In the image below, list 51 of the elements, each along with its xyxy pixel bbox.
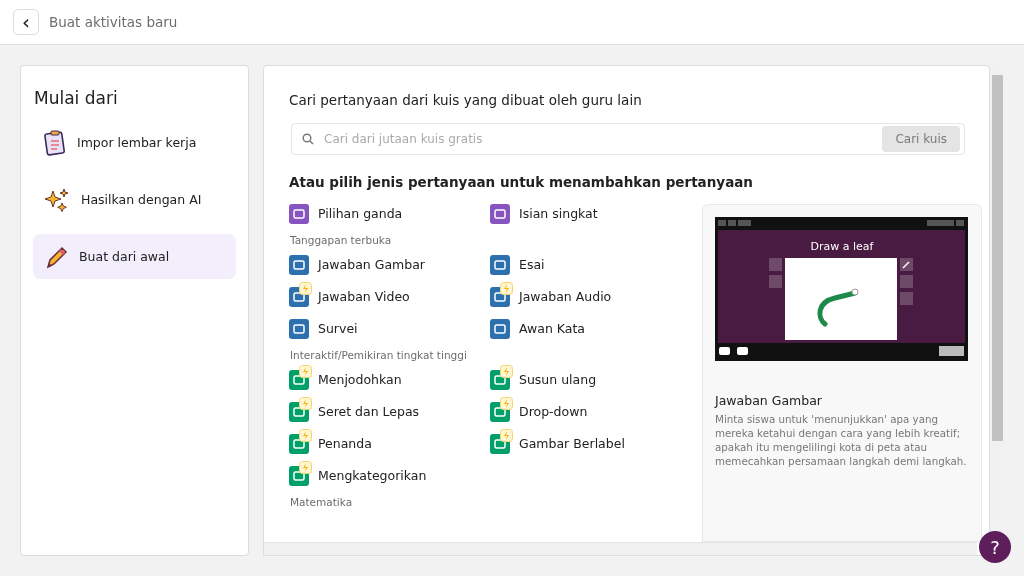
question-type-icon <box>490 319 510 339</box>
drawing-preview-drawing: Draw a leaf <box>715 217 968 361</box>
search-button[interactable]: Cari kuis <box>882 126 960 152</box>
bolt-icon <box>500 429 513 442</box>
category-label: Matematika <box>290 496 354 508</box>
bolt-icon <box>299 282 312 295</box>
sidebar-item[interactable]: Impor lembar kerja <box>33 120 236 165</box>
section-heading: Atau pilih jenis pertanyaan untuk menambahkan pertanyaan <box>289 174 754 190</box>
search-icon <box>302 133 314 145</box>
sidebar-title: Mulai dari <box>34 88 119 108</box>
sparkle-icon <box>43 186 71 213</box>
question-type-icon <box>490 255 510 275</box>
question-type-item[interactable]: Penanda <box>289 429 490 454</box>
search-title: Cari pertanyaan dari kuis yang dibuat oleh guru lain <box>289 92 643 108</box>
bolt-icon <box>299 429 312 442</box>
category-label: Interaktif/Pemikiran tingkat tinggi <box>290 349 468 361</box>
question-type-item[interactable]: Menjodohkan <box>289 365 490 390</box>
clipboard-icon <box>43 129 67 156</box>
question-type-item[interactable]: Jawaban Video <box>289 282 490 307</box>
question-type-item[interactable]: Pilihan ganda <box>289 199 490 224</box>
question-type-item[interactable]: Drop-down <box>490 397 680 422</box>
question-type-item[interactable]: Jawaban Gambar <box>289 250 490 275</box>
sidebar-item[interactable]: Hasilkan dengan AI <box>33 177 236 222</box>
question-type-item[interactable]: Gambar Berlabel <box>490 429 680 454</box>
bolt-icon <box>500 397 513 410</box>
question-type-item[interactable]: Awan Kata <box>490 314 680 339</box>
question-type-item[interactable]: Seret dan Lepas <box>289 397 490 422</box>
back-button[interactable]: ‹ <box>13 9 39 35</box>
question-type-item[interactable]: Isian singkat <box>490 199 680 224</box>
preview-description: Minta siswa untuk 'menunjukkan' apa yang mereka ketahui dengan cara yang lebih kreatif; apakah itu mengelilingi kota di peta atau memecahkan persamaan langkah demi langkah. <box>715 412 968 468</box>
question-type-item[interactable]: Esai <box>490 250 680 275</box>
bolt-icon <box>299 397 312 410</box>
help-button[interactable]: ? <box>979 531 1011 563</box>
question-type-icon <box>490 204 510 224</box>
bolt-icon <box>299 365 312 378</box>
category-label: Tanggapan terbuka <box>290 234 393 246</box>
search-field[interactable]: Cari dari jutaan kuis gratis Cari kuis <box>291 123 965 155</box>
bolt-icon <box>500 365 513 378</box>
preview-title: Jawaban Gambar <box>715 393 823 408</box>
sidebar-item[interactable]: Buat dari awal <box>33 234 236 279</box>
question-type-item[interactable]: Mengkategorikan <box>289 461 490 486</box>
question-type-item[interactable]: Survei <box>289 314 490 339</box>
question-type-icon <box>289 319 309 339</box>
horizontal-scrollbar[interactable] <box>264 542 977 555</box>
question-type-icon <box>289 255 309 275</box>
page-title: Buat aktivitas baru <box>49 14 178 30</box>
question-type-icon <box>289 204 309 224</box>
bolt-icon <box>500 282 513 295</box>
question-type-item[interactable]: Susun ulang <box>490 365 680 390</box>
bolt-icon <box>299 461 312 474</box>
question-type-item[interactable]: Jawaban Audio <box>490 282 680 307</box>
